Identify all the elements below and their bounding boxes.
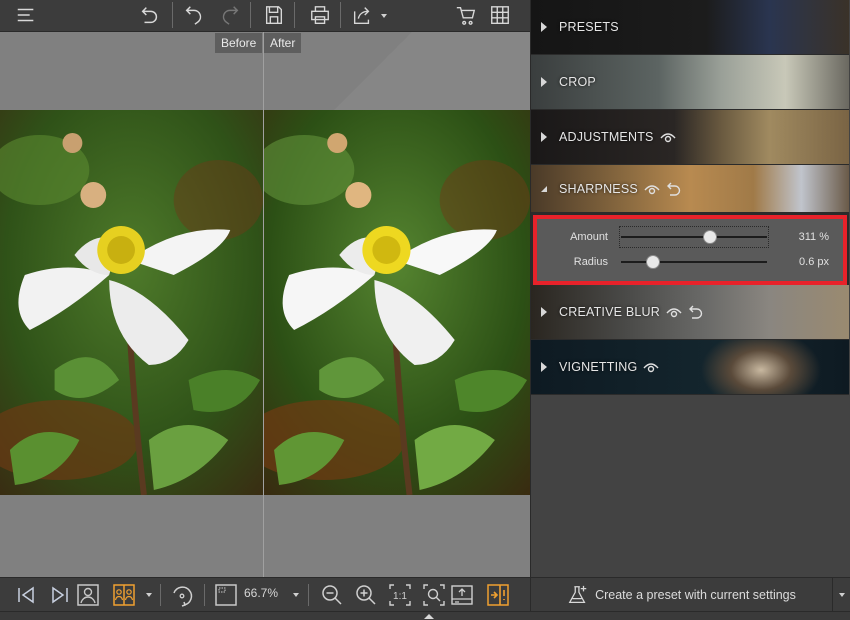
section-label: VIGNETTING bbox=[559, 360, 638, 374]
eye-icon[interactable] bbox=[660, 130, 676, 144]
slider-thumb[interactable] bbox=[703, 230, 718, 244]
toolbar-divider bbox=[308, 584, 309, 606]
expand-caret-icon bbox=[541, 22, 547, 32]
expand-caret-icon bbox=[541, 77, 547, 87]
flask-plus-icon bbox=[568, 585, 587, 603]
toolbar-divider bbox=[250, 2, 251, 28]
section-label: PRESETS bbox=[559, 20, 619, 34]
section-crop[interactable]: CROP bbox=[531, 55, 849, 110]
undo-icon[interactable] bbox=[180, 2, 208, 28]
grid-icon[interactable] bbox=[486, 2, 514, 28]
amount-row: Amount 311 % bbox=[537, 226, 843, 248]
expand-caret-icon bbox=[541, 132, 547, 142]
top-toolbar bbox=[0, 0, 530, 32]
toggle-panel-icon[interactable] bbox=[486, 582, 510, 608]
section-adjustments[interactable]: ADJUSTMENTS bbox=[531, 110, 849, 165]
first-image-icon[interactable] bbox=[14, 582, 38, 608]
zoom-in-icon[interactable] bbox=[354, 582, 378, 608]
view-mode-dropdown-arrow[interactable] bbox=[146, 593, 152, 597]
split-view-icon[interactable] bbox=[112, 582, 136, 608]
eye-icon[interactable] bbox=[666, 305, 682, 319]
undo-all-icon[interactable] bbox=[136, 2, 164, 28]
rotate-icon[interactable] bbox=[170, 582, 194, 608]
svg-text:1:1: 1:1 bbox=[393, 591, 407, 602]
toolbar-divider bbox=[172, 2, 173, 28]
preset-bar: Create a preset with current settings bbox=[530, 577, 850, 611]
toolbar-divider bbox=[294, 2, 295, 28]
section-label: CREATIVE BLUR bbox=[559, 305, 661, 319]
radius-label: Radius bbox=[573, 256, 608, 268]
preset-dropdown-button[interactable] bbox=[834, 578, 850, 611]
split-view-divider[interactable] bbox=[263, 32, 264, 577]
redo-icon[interactable] bbox=[216, 2, 244, 28]
section-label: SHARPNESS bbox=[559, 181, 638, 196]
slider-track bbox=[621, 261, 767, 263]
eye-icon[interactable] bbox=[644, 182, 660, 196]
save-icon[interactable] bbox=[260, 2, 288, 28]
toolbar-divider bbox=[160, 584, 161, 606]
section-presets[interactable]: PRESETS bbox=[531, 0, 849, 55]
zoom-region-icon[interactable] bbox=[422, 582, 446, 608]
toolbar-divider bbox=[204, 584, 205, 606]
collapse-caret-icon bbox=[541, 185, 547, 192]
section-sharpness[interactable]: SHARPNESS bbox=[531, 165, 849, 213]
sharpness-controls: Amount 311 % Radius 0.6 px bbox=[531, 213, 849, 285]
bottom-toolbar: 66.7% 1:1 bbox=[0, 577, 530, 611]
share-dropdown-arrow[interactable] bbox=[381, 14, 387, 18]
share-icon[interactable] bbox=[348, 2, 376, 28]
slider-thumb[interactable] bbox=[646, 255, 661, 269]
radius-slider[interactable] bbox=[619, 251, 769, 273]
before-image bbox=[0, 110, 263, 495]
section-label: CROP bbox=[559, 75, 596, 89]
after-image bbox=[264, 110, 530, 495]
highlight-box: Amount 311 % Radius 0.6 px bbox=[533, 215, 847, 285]
reset-icon[interactable] bbox=[666, 182, 682, 196]
preset-dropdown-arrow bbox=[839, 593, 845, 597]
print-icon[interactable] bbox=[306, 2, 334, 28]
next-image-icon[interactable] bbox=[48, 582, 72, 608]
expand-caret-icon bbox=[541, 307, 547, 317]
image-viewer[interactable]: Before After bbox=[0, 32, 530, 577]
reset-icon[interactable] bbox=[688, 305, 704, 319]
amount-label: Amount bbox=[570, 231, 608, 243]
zoom-out-icon[interactable] bbox=[320, 582, 344, 608]
section-vignetting[interactable]: VIGNETTING bbox=[531, 340, 849, 395]
export-icon[interactable] bbox=[450, 582, 474, 608]
eye-icon[interactable] bbox=[643, 360, 659, 374]
adjustments-panel: PRESETS CROP ADJUSTMENTS SHARPNESS Amoun… bbox=[530, 0, 850, 577]
amount-value: 311 % bbox=[798, 231, 829, 243]
before-label: Before bbox=[215, 33, 263, 53]
filmstrip-toggle-icon[interactable] bbox=[424, 614, 434, 619]
zoom-level[interactable]: 66.7% bbox=[244, 586, 278, 600]
background-watermark bbox=[280, 32, 530, 112]
radius-row: Radius 0.6 px bbox=[537, 251, 843, 273]
expand-caret-icon bbox=[541, 362, 547, 372]
cart-icon[interactable] bbox=[452, 2, 480, 28]
create-preset-label: Create a preset with current settings bbox=[595, 587, 796, 602]
amount-slider[interactable] bbox=[619, 226, 769, 248]
toolbar-divider bbox=[340, 2, 341, 28]
actual-size-icon[interactable]: 1:1 bbox=[388, 582, 412, 608]
single-view-icon[interactable] bbox=[76, 582, 100, 608]
fit-screen-icon[interactable] bbox=[214, 582, 238, 608]
menu-icon[interactable] bbox=[12, 2, 40, 28]
zoom-dropdown-arrow[interactable] bbox=[293, 593, 299, 597]
create-preset-button[interactable]: Create a preset with current settings bbox=[531, 578, 833, 611]
photo-editor-app: Before After PRESETS CROP ADJUSTMENTS SH… bbox=[0, 0, 850, 620]
after-label: After bbox=[264, 33, 302, 53]
slider-track bbox=[621, 236, 767, 238]
section-creative-blur[interactable]: CREATIVE BLUR bbox=[531, 285, 849, 340]
section-label: ADJUSTMENTS bbox=[559, 130, 654, 144]
radius-value: 0.6 px bbox=[799, 256, 829, 268]
